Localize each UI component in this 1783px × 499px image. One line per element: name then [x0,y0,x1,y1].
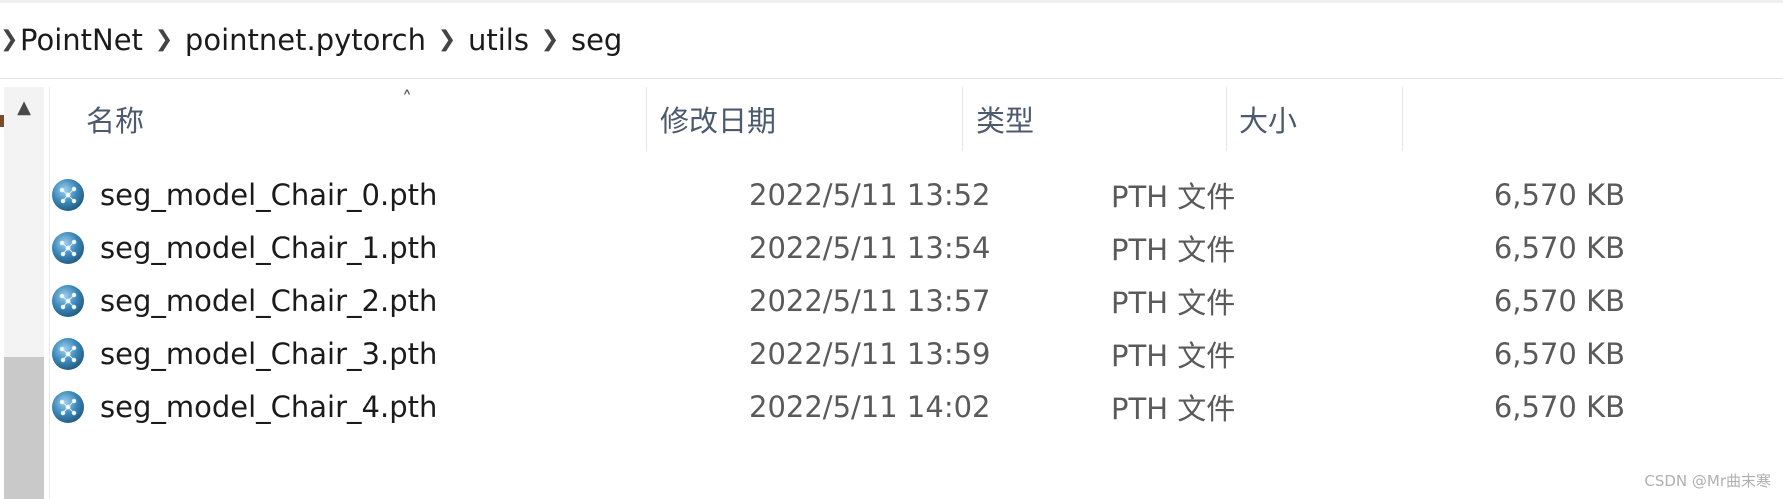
breadcrumb[interactable]: ❯ PointNet ❯ pointnet.pytorch ❯ utils ❯ … [0,14,628,66]
file-modified-date: 2022/5/11 14:02 [749,389,991,424]
chevron-right-icon[interactable]: ❯ [149,29,179,51]
file-modified-date: 2022/5/11 13:59 [749,336,991,371]
column-header-size[interactable]: 大小 [1239,87,1297,151]
file-modified-date: 2022/5/11 13:54 [749,230,991,265]
file-size: 6,570 KB [1493,336,1625,371]
file-size: 6,570 KB [1493,230,1625,265]
watermark: CSDN @Mr曲末寒 [1644,472,1771,490]
column-divider[interactable] [1402,87,1403,151]
file-type: PTH 文件 [1111,285,1236,320]
file-name: seg_model_Chair_2.pth [100,283,438,318]
pth-file-icon [52,179,84,211]
top-edge [0,0,1783,3]
file-modified-date: 2022/5/11 13:57 [749,283,991,318]
pth-file-icon [52,391,84,423]
chevron-right-icon[interactable]: ❯ [535,29,565,51]
pth-file-icon [52,285,84,317]
chevron-right-icon[interactable]: ❯ [0,29,18,51]
file-type: PTH 文件 [1111,232,1236,267]
column-header-type[interactable]: 类型 [976,87,1034,151]
breadcrumb-item-pointnet[interactable]: PointNet [14,14,149,66]
file-name: seg_model_Chair_0.pth [100,177,438,212]
column-header-name[interactable]: 名称 [86,87,144,151]
breadcrumb-item-utils[interactable]: utils [462,14,535,66]
breadcrumb-divider [0,78,1783,79]
file-size: 6,570 KB [1493,389,1625,424]
chevron-right-icon[interactable]: ❯ [432,29,462,51]
column-divider[interactable] [1226,87,1227,151]
file-list: seg_model_Chair_0.pth 2022/5/11 13:52 PT… [50,168,1783,433]
file-name: seg_model_Chair_1.pth [100,230,438,265]
file-row[interactable]: seg_model_Chair_1.pth 2022/5/11 13:54 PT… [50,221,1650,274]
file-type: PTH 文件 [1111,179,1236,214]
column-divider[interactable] [962,87,963,151]
file-size: 6,570 KB [1493,283,1625,318]
scrollbar-thumb[interactable] [4,357,44,499]
file-row[interactable]: seg_model_Chair_3.pth 2022/5/11 13:59 PT… [50,327,1650,380]
breadcrumb-item-pointnet-pytorch[interactable]: pointnet.pytorch [179,14,432,66]
file-row[interactable]: seg_model_Chair_0.pth 2022/5/11 13:52 PT… [50,168,1650,221]
column-divider[interactable] [646,87,647,151]
navigation-scrollbar[interactable]: ▲ [4,87,44,499]
file-name: seg_model_Chair_3.pth [100,336,438,371]
pth-file-icon [52,232,84,264]
file-name: seg_model_Chair_4.pth [100,389,438,424]
file-row[interactable]: seg_model_Chair_2.pth 2022/5/11 13:57 PT… [50,274,1650,327]
file-type: PTH 文件 [1111,338,1236,373]
column-header-date[interactable]: 修改日期 [660,87,776,151]
file-type: PTH 文件 [1111,391,1236,426]
pth-file-icon [52,338,84,370]
file-row[interactable]: seg_model_Chair_4.pth 2022/5/11 14:02 PT… [50,380,1650,433]
file-modified-date: 2022/5/11 13:52 [749,177,991,212]
scroll-up-arrow-icon[interactable]: ▲ [4,91,44,123]
file-size: 6,570 KB [1493,177,1625,212]
column-header-row: ˄ 名称 修改日期 类型 大小 [50,87,1783,151]
sort-ascending-icon: ˄ [402,87,412,111]
breadcrumb-item-seg[interactable]: seg [565,14,628,66]
